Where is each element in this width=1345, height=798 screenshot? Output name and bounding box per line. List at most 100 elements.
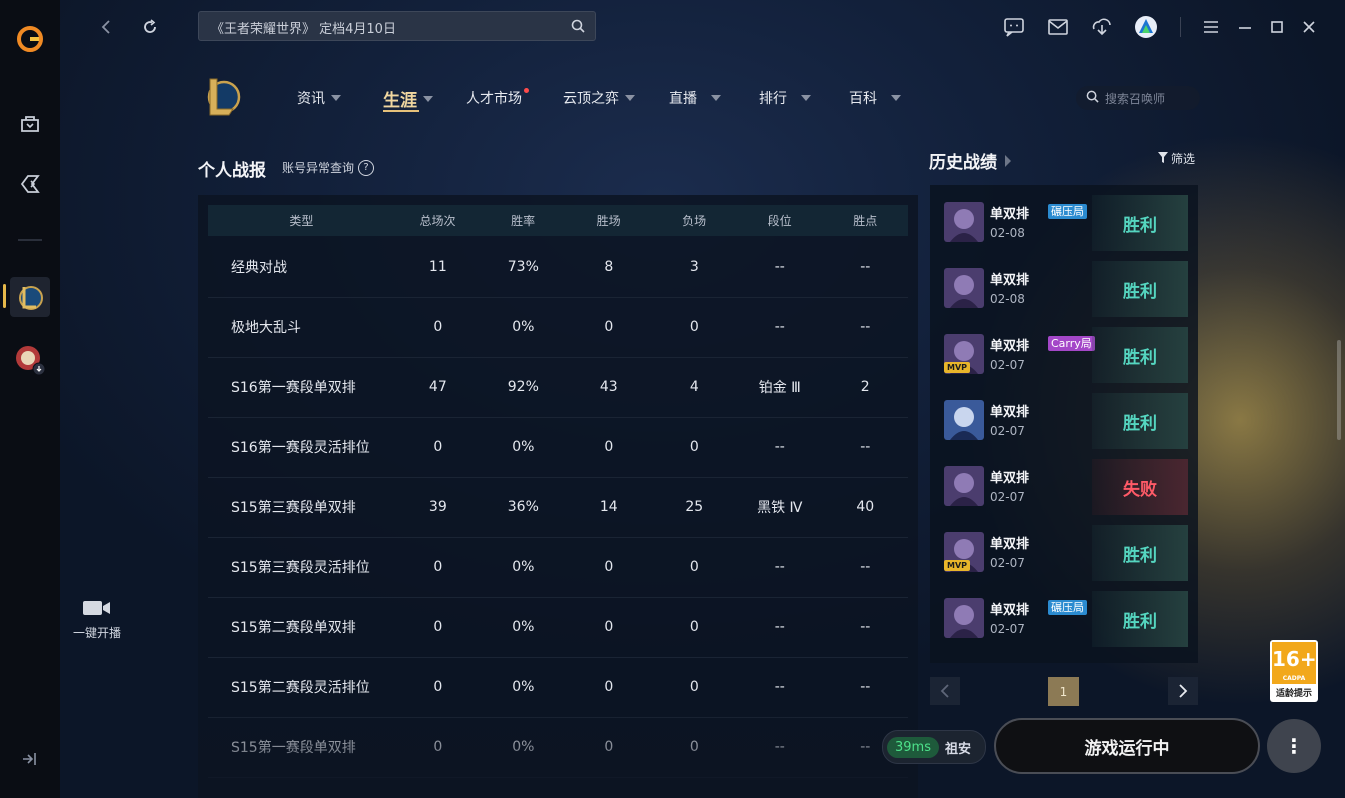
- lol-game-icon[interactable]: [10, 277, 50, 317]
- match-result: 胜利: [1092, 261, 1188, 317]
- game-running-button[interactable]: 游戏运行中: [994, 718, 1260, 774]
- collapse-sidebar-icon[interactable]: [20, 750, 40, 770]
- left-rail: [0, 0, 60, 798]
- table-row: S15第三赛段灵活排位 0 0% 0 0 -- --: [208, 537, 908, 598]
- server-status[interactable]: 39ms 祖安: [882, 730, 986, 764]
- nav-label: 直播: [669, 91, 697, 107]
- table-row: 极地大乱斗 0 0% 0 0 -- --: [208, 297, 908, 358]
- table-row: S15第一赛段单双排 0 0% 0 0 -- --: [208, 717, 908, 778]
- page-number-button[interactable]: 1: [1048, 677, 1079, 706]
- column-header: 总场次: [419, 214, 456, 228]
- column-header: 胜点: [853, 214, 878, 228]
- match-item[interactable]: 单双排 02-07 失败: [942, 459, 1188, 515]
- table-cell: 3: [689, 259, 699, 275]
- table-cell: 0: [689, 679, 699, 695]
- table-cell: 0: [604, 619, 614, 635]
- nav-label: 百科: [849, 91, 877, 107]
- match-item[interactable]: 单双排 02-07 胜利: [942, 393, 1188, 449]
- scrollbar[interactable]: [1337, 340, 1341, 440]
- table-cell: 8: [604, 259, 614, 275]
- history-title-label: 历史战绩: [929, 153, 997, 173]
- nav-career[interactable]: 生涯: [383, 86, 433, 112]
- match-mode: 单双排: [990, 207, 1030, 222]
- account-anomaly-link[interactable]: 账号异常查询 ?: [282, 159, 375, 176]
- match-mode: 单双排: [990, 471, 1030, 486]
- table-cell: 25: [685, 499, 704, 515]
- next-page-button[interactable]: [1168, 677, 1198, 705]
- match-item[interactable]: MVP 单双排 Carry局 02-07 胜利: [942, 327, 1188, 383]
- champion-avatar: [944, 268, 984, 308]
- global-search-input[interactable]: 《王者荣耀世界》 定档4月10日: [198, 11, 596, 41]
- match-date: 02-07: [990, 358, 1025, 372]
- match-item[interactable]: 单双排 碾压局 02-08 胜利: [942, 195, 1188, 251]
- nav-wiki[interactable]: 百科: [849, 88, 901, 108]
- table-cell: 36%: [507, 499, 539, 515]
- champion-avatar: [944, 400, 984, 440]
- match-item[interactable]: 单双排 02-08 胜利: [942, 261, 1188, 317]
- match-item[interactable]: MVP 单双排 02-07 胜利: [942, 525, 1188, 581]
- match-mode: 单双排: [990, 603, 1030, 618]
- table-cell: S15第三赛段单双排: [231, 500, 356, 516]
- table-cell: 11: [428, 259, 447, 275]
- close-icon[interactable]: [1296, 14, 1322, 40]
- help-icon[interactable]: ?: [358, 159, 375, 176]
- match-result: 胜利: [1092, 195, 1188, 251]
- filter-icon: [1158, 151, 1168, 166]
- games-icon[interactable]: [10, 164, 50, 204]
- table-cell: 0%: [512, 679, 535, 695]
- match-mode: 单双排: [990, 339, 1030, 354]
- table-cell: 0: [604, 739, 614, 755]
- nav-tft[interactable]: 云顶之弈: [563, 88, 635, 108]
- nav-label: 生涯: [383, 91, 417, 111]
- mail-icon[interactable]: [1045, 14, 1071, 40]
- other-game-icon[interactable]: [10, 340, 50, 380]
- match-tag: 碾压局: [1048, 204, 1087, 219]
- menu-icon[interactable]: [1198, 14, 1224, 40]
- table-cell: 40: [856, 499, 875, 515]
- user-avatar[interactable]: [1133, 14, 1159, 40]
- age-rating-badge[interactable]: 16+ CADPA 适龄提示: [1270, 640, 1318, 702]
- store-icon[interactable]: [10, 103, 50, 143]
- table-cell: 0: [433, 319, 443, 335]
- table-cell: 0%: [512, 559, 535, 575]
- table-cell: 14: [599, 499, 618, 515]
- nav-live[interactable]: 直播: [669, 88, 721, 108]
- prev-page-button[interactable]: [930, 677, 960, 705]
- nav-news[interactable]: 资讯: [297, 88, 341, 108]
- table-cell: 0: [689, 319, 699, 335]
- table-cell: 0%: [512, 619, 535, 635]
- search-icon[interactable]: [571, 19, 585, 37]
- match-item[interactable]: 单双排 碾压局 02-07 胜利: [942, 591, 1188, 647]
- back-icon[interactable]: [93, 14, 119, 40]
- chat-icon[interactable]: [1001, 14, 1027, 40]
- download-icon[interactable]: [1089, 14, 1115, 40]
- nav-ranking[interactable]: 排行: [759, 88, 811, 108]
- table-cell: S15第二赛段单双排: [231, 620, 356, 636]
- minimize-icon[interactable]: [1232, 14, 1258, 40]
- table-cell: 4: [689, 379, 699, 395]
- age-rating: 16+: [1272, 647, 1317, 671]
- table-cell: --: [774, 679, 785, 695]
- lol-logo[interactable]: [200, 74, 244, 120]
- refresh-icon[interactable]: [137, 14, 163, 40]
- notification-dot: [524, 88, 529, 93]
- match-tag: Carry局: [1048, 336, 1095, 351]
- summoner-search-input[interactable]: 搜索召唤师: [1076, 86, 1200, 110]
- table-cell: 0: [433, 439, 443, 455]
- one-click-live-button[interactable]: 一键开播: [66, 598, 128, 641]
- maximize-icon[interactable]: [1264, 14, 1290, 40]
- age-hint: 适龄提示: [1275, 689, 1312, 699]
- champion-avatar: MVP: [944, 334, 984, 374]
- table-cell: S15第三赛段灵活排位: [231, 560, 370, 576]
- history-title[interactable]: 历史战绩: [929, 148, 1011, 173]
- nav-talent-market[interactable]: 人才市场: [466, 88, 529, 108]
- match-result: 失败: [1092, 459, 1188, 515]
- chevron-right-icon: [1005, 154, 1011, 167]
- filter-button[interactable]: 筛选: [1158, 150, 1195, 167]
- active-indicator: [3, 284, 6, 308]
- chevron-down-icon: [331, 95, 341, 101]
- app-logo-icon[interactable]: [10, 19, 50, 59]
- table-cell: 铂金 Ⅲ: [758, 380, 801, 396]
- nav-label: 云顶之弈: [563, 91, 619, 107]
- more-options-button[interactable]: ⋮: [1267, 719, 1321, 773]
